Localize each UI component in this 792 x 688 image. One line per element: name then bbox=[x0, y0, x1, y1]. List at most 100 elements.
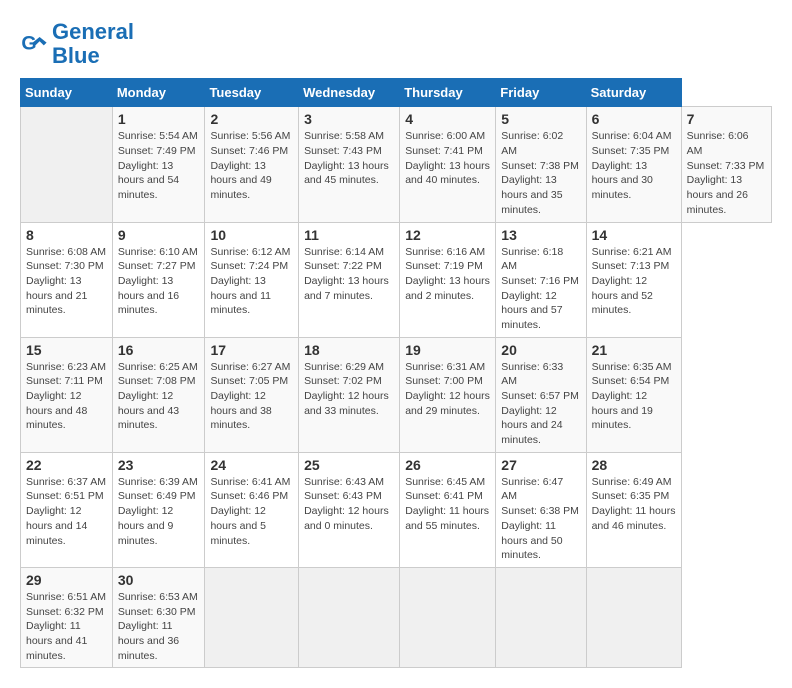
weekday-header: Saturday bbox=[586, 79, 681, 107]
day-number: 16 bbox=[118, 342, 200, 358]
calendar-cell: 13 Sunrise: 6:18 AMSunset: 7:16 PMDayligh… bbox=[496, 222, 586, 337]
calendar-week-row: 8Sunrise: 6:08 AMSunset: 7:30 PMDaylight… bbox=[21, 222, 772, 337]
day-info: Sunrise: 6:25 AMSunset: 7:08 PMDaylight:… bbox=[118, 360, 200, 433]
calendar-cell: 24 Sunrise: 6:41 AMSunset: 6:46 PMDayligh… bbox=[205, 452, 299, 567]
calendar-cell: 12 Sunrise: 6:16 AMSunset: 7:19 PMDayligh… bbox=[400, 222, 496, 337]
day-number: 1 bbox=[118, 111, 200, 127]
day-number: 28 bbox=[592, 457, 676, 473]
day-number: 13 bbox=[501, 227, 580, 243]
logo: G GeneralBlue bbox=[20, 20, 134, 68]
day-info: Sunrise: 6:45 AMSunset: 6:41 PMDaylight:… bbox=[405, 475, 490, 534]
day-info: Sunrise: 5:58 AMSunset: 7:43 PMDaylight:… bbox=[304, 129, 394, 188]
calendar-cell: 23 Sunrise: 6:39 AMSunset: 6:49 PMDayligh… bbox=[112, 452, 205, 567]
weekday-header: Friday bbox=[496, 79, 586, 107]
calendar-cell: 14 Sunrise: 6:21 AMSunset: 7:13 PMDayligh… bbox=[586, 222, 681, 337]
day-number: 17 bbox=[210, 342, 293, 358]
calendar-cell: 9 Sunrise: 6:10 AMSunset: 7:27 PMDaylight… bbox=[112, 222, 205, 337]
calendar-cell: 28Sunrise: 6:49 AMSunset: 6:35 PMDayligh… bbox=[586, 452, 681, 567]
day-info: Sunrise: 6:06 AMSunset: 7:33 PMDaylight:… bbox=[687, 129, 766, 217]
day-info: Sunrise: 6:37 AMSunset: 6:51 PMDaylight:… bbox=[26, 475, 107, 548]
day-info: Sunrise: 6:31 AMSunset: 7:00 PMDaylight:… bbox=[405, 360, 490, 419]
day-number: 18 bbox=[304, 342, 394, 358]
weekday-header-row: SundayMondayTuesdayWednesdayThursdayFrid… bbox=[21, 79, 772, 107]
calendar-cell: 30 Sunrise: 6:53 AMSunset: 6:30 PMDayligh… bbox=[112, 567, 205, 667]
day-number: 23 bbox=[118, 457, 200, 473]
day-info: Sunrise: 6:00 AMSunset: 7:41 PMDaylight:… bbox=[405, 129, 490, 188]
calendar-cell: 7Sunrise: 6:06 AMSunset: 7:33 PMDaylight… bbox=[681, 107, 771, 222]
day-info: Sunrise: 6:23 AMSunset: 7:11 PMDaylight:… bbox=[26, 360, 107, 433]
day-number: 21 bbox=[592, 342, 676, 358]
day-info: Sunrise: 6:35 AMSunset: 6:54 PMDaylight:… bbox=[592, 360, 676, 433]
day-info: Sunrise: 6:12 AMSunset: 7:24 PMDaylight:… bbox=[210, 245, 293, 318]
calendar-cell: 1 Sunrise: 5:54 AMSunset: 7:49 PMDaylight… bbox=[112, 107, 205, 222]
day-number: 2 bbox=[210, 111, 293, 127]
day-info: Sunrise: 6:27 AMSunset: 7:05 PMDaylight:… bbox=[210, 360, 293, 433]
calendar-cell: 5 Sunrise: 6:02 AMSunset: 7:38 PMDaylight… bbox=[496, 107, 586, 222]
day-info: Sunrise: 6:02 AMSunset: 7:38 PMDaylight:… bbox=[501, 129, 580, 217]
logo-text: GeneralBlue bbox=[52, 20, 134, 68]
calendar-cell: 26 Sunrise: 6:45 AMSunset: 6:41 PMDayligh… bbox=[400, 452, 496, 567]
day-number: 10 bbox=[210, 227, 293, 243]
calendar-cell bbox=[586, 567, 681, 667]
day-number: 14 bbox=[592, 227, 676, 243]
calendar-week-row: 15Sunrise: 6:23 AMSunset: 7:11 PMDayligh… bbox=[21, 337, 772, 452]
calendar-cell: 3 Sunrise: 5:58 AMSunset: 7:43 PMDaylight… bbox=[299, 107, 400, 222]
calendar-cell: 6 Sunrise: 6:04 AMSunset: 7:35 PMDaylight… bbox=[586, 107, 681, 222]
calendar-cell: 27 Sunrise: 6:47 AMSunset: 6:38 PMDayligh… bbox=[496, 452, 586, 567]
calendar-cell: 11Sunrise: 6:14 AMSunset: 7:22 PMDayligh… bbox=[299, 222, 400, 337]
calendar-cell: 8Sunrise: 6:08 AMSunset: 7:30 PMDaylight… bbox=[21, 222, 113, 337]
calendar-cell: 10 Sunrise: 6:12 AMSunset: 7:24 PMDayligh… bbox=[205, 222, 299, 337]
calendar-cell: 20Sunrise: 6:33 AMSunset: 6:57 PMDayligh… bbox=[496, 337, 586, 452]
calendar-table: SundayMondayTuesdayWednesdayThursdayFrid… bbox=[20, 78, 772, 668]
day-info: Sunrise: 5:54 AMSunset: 7:49 PMDaylight:… bbox=[118, 129, 200, 202]
calendar-cell: 29 Sunrise: 6:51 AMSunset: 6:32 PMDayligh… bbox=[21, 567, 113, 667]
calendar-cell: 2 Sunrise: 5:56 AMSunset: 7:46 PMDaylight… bbox=[205, 107, 299, 222]
day-number: 6 bbox=[592, 111, 676, 127]
logo-icon: G bbox=[20, 30, 48, 58]
page-header: G GeneralBlue bbox=[20, 20, 772, 68]
calendar-cell bbox=[496, 567, 586, 667]
day-info: Sunrise: 6:41 AMSunset: 6:46 PMDaylight:… bbox=[210, 475, 293, 548]
day-number: 29 bbox=[26, 572, 107, 588]
calendar-cell bbox=[400, 567, 496, 667]
calendar-cell: 15Sunrise: 6:23 AMSunset: 7:11 PMDayligh… bbox=[21, 337, 113, 452]
calendar-cell: 4 Sunrise: 6:00 AMSunset: 7:41 PMDaylight… bbox=[400, 107, 496, 222]
day-info: Sunrise: 6:16 AMSunset: 7:19 PMDaylight:… bbox=[405, 245, 490, 304]
weekday-header: Wednesday bbox=[299, 79, 400, 107]
day-number: 26 bbox=[405, 457, 490, 473]
day-number: 19 bbox=[405, 342, 490, 358]
calendar-cell: 16 Sunrise: 6:25 AMSunset: 7:08 PMDayligh… bbox=[112, 337, 205, 452]
day-info: Sunrise: 6:53 AMSunset: 6:30 PMDaylight:… bbox=[118, 590, 200, 663]
day-info: Sunrise: 6:14 AMSunset: 7:22 PMDaylight:… bbox=[304, 245, 394, 304]
calendar-cell bbox=[205, 567, 299, 667]
calendar-cell: 22 Sunrise: 6:37 AMSunset: 6:51 PMDayligh… bbox=[21, 452, 113, 567]
day-info: Sunrise: 6:10 AMSunset: 7:27 PMDaylight:… bbox=[118, 245, 200, 318]
day-number: 20 bbox=[501, 342, 580, 358]
day-number: 4 bbox=[405, 111, 490, 127]
day-info: Sunrise: 6:43 AMSunset: 6:43 PMDaylight:… bbox=[304, 475, 394, 534]
day-number: 30 bbox=[118, 572, 200, 588]
day-info: Sunrise: 6:04 AMSunset: 7:35 PMDaylight:… bbox=[592, 129, 676, 202]
day-info: Sunrise: 6:18 AMSunset: 7:16 PMDaylight:… bbox=[501, 245, 580, 333]
day-number: 3 bbox=[304, 111, 394, 127]
day-info: Sunrise: 6:29 AMSunset: 7:02 PMDaylight:… bbox=[304, 360, 394, 419]
calendar-cell: 19 Sunrise: 6:31 AMSunset: 7:00 PMDayligh… bbox=[400, 337, 496, 452]
weekday-header: Tuesday bbox=[205, 79, 299, 107]
day-info: Sunrise: 6:51 AMSunset: 6:32 PMDaylight:… bbox=[26, 590, 107, 663]
calendar-cell: 25 Sunrise: 6:43 AMSunset: 6:43 PMDayligh… bbox=[299, 452, 400, 567]
day-number: 9 bbox=[118, 227, 200, 243]
calendar-cell bbox=[299, 567, 400, 667]
day-info: Sunrise: 6:47 AMSunset: 6:38 PMDaylight:… bbox=[501, 475, 580, 563]
day-number: 5 bbox=[501, 111, 580, 127]
day-number: 27 bbox=[501, 457, 580, 473]
day-info: Sunrise: 6:39 AMSunset: 6:49 PMDaylight:… bbox=[118, 475, 200, 548]
day-info: Sunrise: 5:56 AMSunset: 7:46 PMDaylight:… bbox=[210, 129, 293, 202]
day-number: 22 bbox=[26, 457, 107, 473]
weekday-header: Monday bbox=[112, 79, 205, 107]
day-info: Sunrise: 6:08 AMSunset: 7:30 PMDaylight:… bbox=[26, 245, 107, 318]
calendar-cell: 17 Sunrise: 6:27 AMSunset: 7:05 PMDayligh… bbox=[205, 337, 299, 452]
day-number: 12 bbox=[405, 227, 490, 243]
day-info: Sunrise: 6:21 AMSunset: 7:13 PMDaylight:… bbox=[592, 245, 676, 318]
day-number: 24 bbox=[210, 457, 293, 473]
day-number: 25 bbox=[304, 457, 394, 473]
